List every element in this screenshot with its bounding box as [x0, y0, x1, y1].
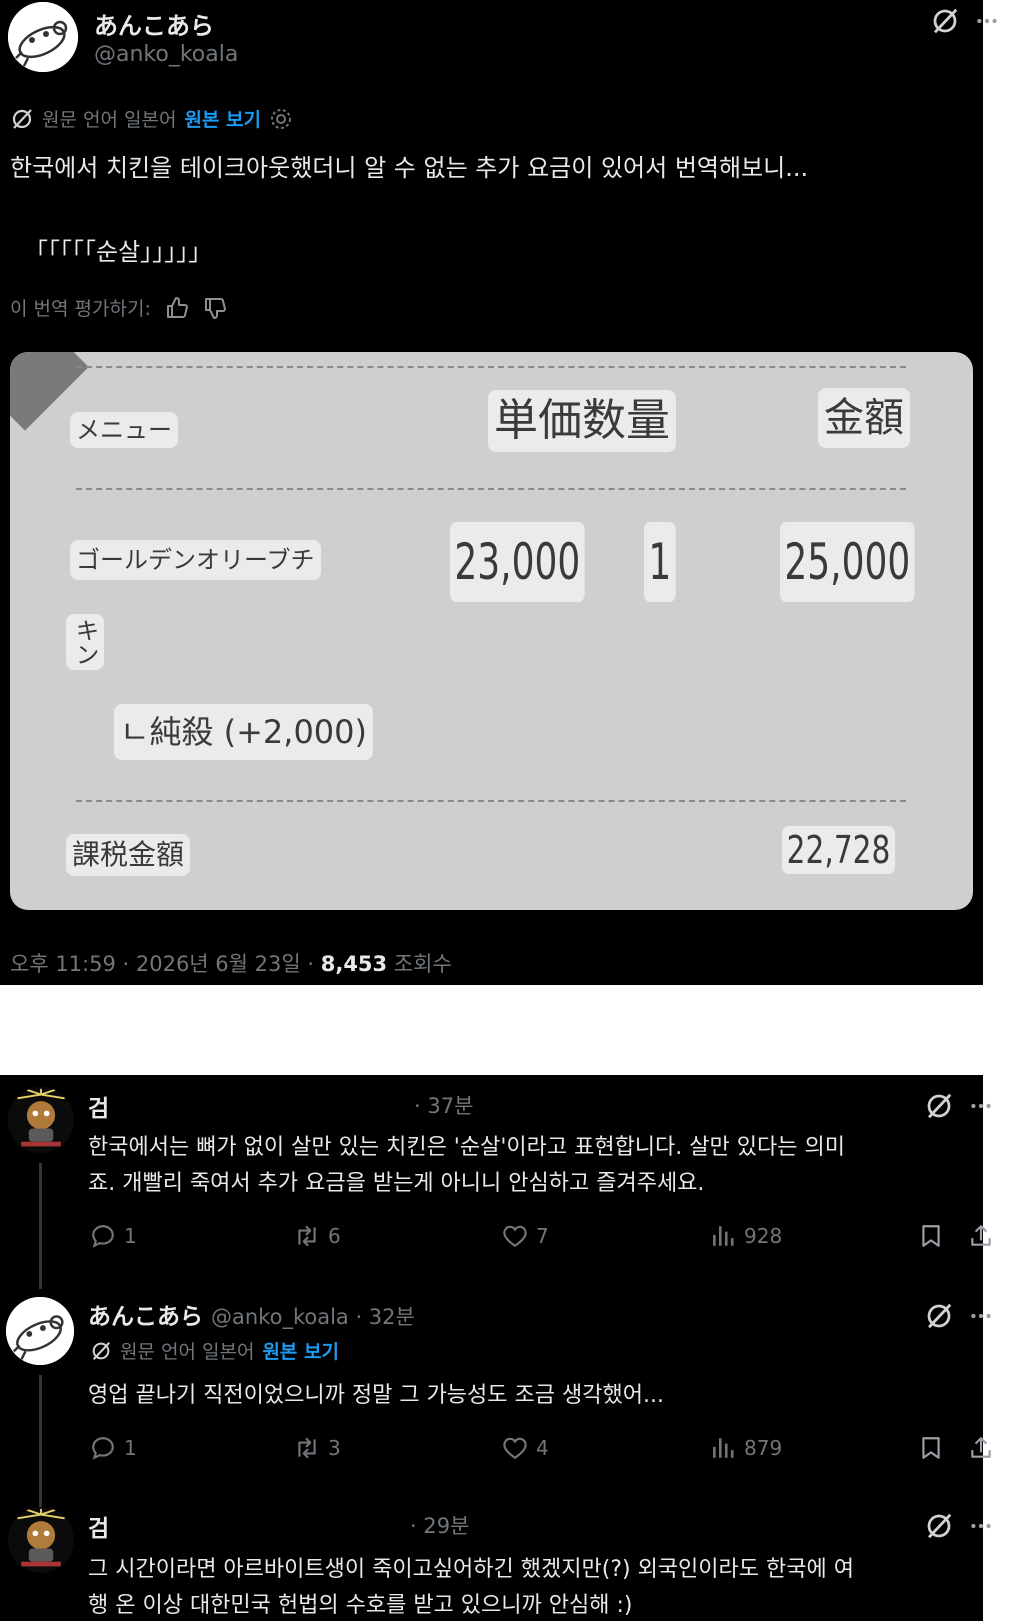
views-icon [710, 1223, 736, 1249]
avatar[interactable] [8, 2, 78, 72]
avatar[interactable] [8, 1087, 74, 1153]
post-text-line2: 「「「「「순살」」」」」 [24, 238, 213, 266]
reply-button[interactable]: 1 [90, 1435, 137, 1461]
reply-text-line1: 그 시간이라면 아르바이트생이 죽이고싶어하긴 했겠지만(?) 외국인이라도 한… [88, 1557, 854, 1582]
retweet-count: 3 [328, 1436, 341, 1460]
reply-text-line1: 한국에서는 뼈가 없이 살만 있는 치킨은 '순살'이라고 표현합니다. 살만 … [88, 1135, 845, 1160]
views-button[interactable]: 928 [710, 1223, 782, 1249]
reply-count: 1 [124, 1224, 137, 1248]
translation-bar: 원문 언어 일본어 원본 보기 [90, 1337, 339, 1364]
thumbs-down-icon[interactable] [203, 296, 227, 320]
avatar-image [6, 1297, 74, 1365]
receipt-quantity: 1 [644, 522, 676, 602]
share-icon[interactable] [968, 1435, 994, 1461]
more-icon[interactable] [974, 8, 1000, 34]
translation-bar: 원문 언어 일본어 원본 보기 [10, 105, 293, 132]
post-views-label: 조회수 [387, 952, 452, 976]
receipt-taxable-label: 課税金額 [66, 834, 191, 876]
share-icon[interactable] [968, 1223, 994, 1249]
reply-time[interactable]: · 29분 [410, 1510, 469, 1540]
receipt-amount-header: 金額 [818, 388, 910, 448]
translation-source: 원문 언어 일본어 [120, 1341, 255, 1363]
receipt-dash-line [76, 800, 906, 802]
receipt-unit-price: 23,000 [450, 522, 585, 602]
avatar-image [8, 1087, 74, 1153]
reply-icon [90, 1435, 116, 1461]
more-icon[interactable] [968, 1303, 994, 1329]
retweet-count: 6 [328, 1224, 341, 1248]
receipt-option: ㄴ純殺 (+2,000) [114, 704, 374, 760]
post-views-count: 8,453 [320, 952, 388, 976]
views-button[interactable]: 879 [710, 1435, 782, 1461]
translation-source: 원문 언어 일본어 [42, 109, 177, 131]
rate-translation: 이 번역 평가하기: [10, 294, 227, 321]
reply-count: 1 [124, 1436, 137, 1460]
post-meta: 오후 11:59 · 2026년 6월 23일 · 8,453 조회수 [10, 948, 452, 978]
receipt-amount: 25,000 [780, 522, 915, 602]
avatar[interactable] [6, 1297, 74, 1365]
rate-translation-label: 이 번역 평가하기: [10, 298, 151, 320]
avatar[interactable] [8, 1507, 74, 1573]
view-original-link[interactable]: 원본 보기 [262, 1337, 339, 1364]
reply-time[interactable]: · 37분 [414, 1090, 473, 1120]
receipt-image[interactable]: メニュー 単価数量 金額 ゴールデンオリーブチ 23,000 1 25,000 … [10, 352, 973, 910]
gear-icon[interactable] [269, 107, 293, 131]
view-original-link[interactable]: 원본 보기 [184, 105, 261, 132]
reply-author-name[interactable]: あんこあら [88, 1297, 203, 1331]
reply-button[interactable]: 1 [90, 1223, 137, 1249]
receipt-taxable-amount: 22,728 [782, 826, 896, 874]
grok-icon[interactable] [924, 1301, 954, 1331]
reply-author-line: あんこあら @anko_koala · 32분 [88, 1297, 415, 1331]
more-icon[interactable] [968, 1513, 994, 1539]
receipt-unit-qty-header: 単価数量 [488, 390, 676, 452]
receipt-item-name-cont: キン [66, 614, 104, 670]
display-name[interactable]: あんこあら [94, 6, 214, 41]
thumbs-up-icon[interactable] [165, 296, 189, 320]
retweet-button[interactable]: 6 [294, 1223, 341, 1249]
retweet-button[interactable]: 3 [294, 1435, 341, 1461]
views-icon [710, 1435, 736, 1461]
reply-text-line2: 죠. 개빨리 죽여서 추가 요금을 받는게 아니니 안심하고 즐겨주세요. [88, 1171, 705, 1196]
bookmark-icon[interactable] [918, 1223, 944, 1249]
grok-icon[interactable] [924, 1511, 954, 1541]
grok-icon[interactable] [924, 1091, 954, 1121]
reply-text-line1: 영업 끝나기 직전이었으니까 정말 그 가능성도 조금 생각했어... [88, 1383, 664, 1408]
retweet-icon [294, 1435, 320, 1461]
main-post: あんこあら @anko_koala 원문 언어 일본어 원본 보기 한국에서 치… [0, 0, 983, 985]
more-icon[interactable] [968, 1093, 994, 1119]
reply-icon [90, 1223, 116, 1249]
like-count: 7 [536, 1224, 549, 1248]
avatar-image [8, 2, 78, 72]
replies-section: 검 · 37분 한국에서는 뼈가 없이 살만 있는 치킨은 '순살'이라고 표현… [0, 1075, 983, 1621]
thread-line [39, 1163, 42, 1289]
views-count: 879 [744, 1436, 783, 1460]
post-text-line1: 한국에서 치킨을 테이크아웃했더니 알 수 없는 추가 요금이 있어서 번역해보… [10, 154, 809, 182]
reply-author-name[interactable]: 검 [88, 1089, 109, 1123]
receipt-dash-line [76, 488, 906, 490]
avatar-image [8, 1507, 74, 1573]
retweet-icon [294, 1223, 320, 1249]
bookmark-icon[interactable] [918, 1435, 944, 1461]
handle[interactable]: @anko_koala [94, 42, 238, 67]
grok-icon[interactable] [930, 6, 960, 36]
reply-author-name[interactable]: 검 [88, 1509, 109, 1543]
like-button[interactable]: 7 [502, 1223, 549, 1249]
like-count: 4 [536, 1436, 549, 1460]
heart-icon [502, 1223, 528, 1249]
post-timestamp[interactable]: 오후 11:59 · 2026년 6월 23일 · [10, 952, 321, 976]
like-button[interactable]: 4 [502, 1435, 549, 1461]
translate-icon [10, 107, 34, 131]
reply-handle-time[interactable]: @anko_koala · 32분 [211, 1301, 415, 1331]
views-count: 928 [744, 1224, 783, 1248]
translate-icon [90, 1340, 112, 1362]
thread-line [39, 1375, 42, 1507]
receipt-dash-line [76, 366, 906, 368]
heart-icon [502, 1435, 528, 1461]
receipt-menu-header: メニュー [70, 412, 178, 448]
reply-text-line2: 행 온 이상 대한민국 헌법의 수호를 받고 있으니까 안심해 :) [88, 1593, 633, 1618]
receipt-item-name: ゴールデンオリーブチ [70, 540, 321, 580]
